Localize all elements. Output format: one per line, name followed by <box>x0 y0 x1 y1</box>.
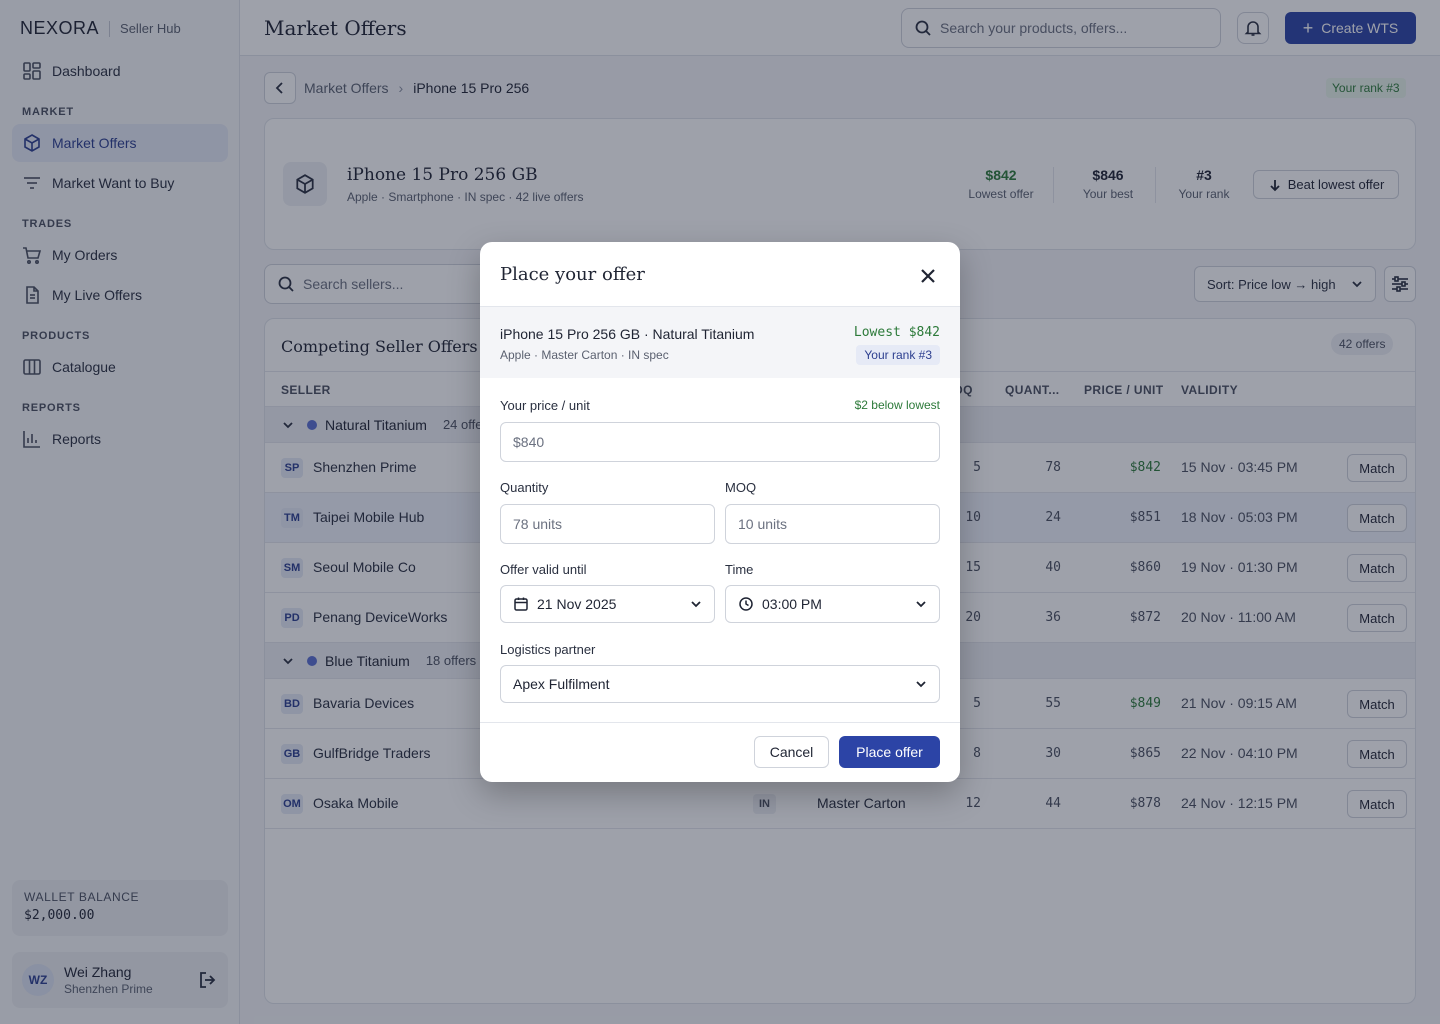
offer-product-sub: Apple · Master Carton · IN spec <box>500 348 669 362</box>
moq-label: MOQ <box>725 480 757 495</box>
place-offer-modal: Place your offer iPhone 15 Pro 256 GB · … <box>480 242 960 782</box>
time-label: Time <box>725 562 754 577</box>
date-value: 21 Nov 2025 <box>537 596 617 612</box>
price-input-value: $840 <box>513 434 545 450</box>
clock-icon <box>739 597 753 611</box>
moq-input-value: 10 units <box>738 516 788 532</box>
moq-input[interactable]: 10 units <box>725 504 940 544</box>
cancel-button[interactable]: Cancel <box>754 736 829 768</box>
price-input[interactable]: $840 <box>500 422 940 462</box>
logistics-select[interactable]: Apex Fulfilment <box>500 665 940 703</box>
quantity-input-value: 78 units <box>513 516 563 532</box>
offer-product-summary: iPhone 15 Pro 256 GB · Natural Titanium … <box>480 306 960 378</box>
date-picker[interactable]: 21 Nov 2025 <box>500 585 715 623</box>
close-icon <box>921 269 935 283</box>
chevron-down-icon <box>916 601 926 608</box>
logistics-label: Logistics partner <box>500 642 596 657</box>
price-hint: $2 below lowest <box>854 398 940 412</box>
time-picker[interactable]: 03:00 PM <box>725 585 940 623</box>
offer-product-name: iPhone 15 Pro 256 GB · Natural Titanium <box>500 326 755 342</box>
calendar-icon <box>514 597 528 611</box>
chevron-down-icon <box>916 681 926 688</box>
quantity-label: Quantity <box>500 480 549 495</box>
logistics-value: Apex Fulfilment <box>513 676 610 692</box>
quantity-input[interactable]: 78 units <box>500 504 715 544</box>
modal-title: Place your offer <box>500 264 645 285</box>
close-button[interactable] <box>916 264 940 288</box>
rank-badge: Your rank #3 <box>856 345 940 365</box>
chevron-down-icon <box>691 601 701 608</box>
modal-footer: Cancel Place offer <box>480 722 960 782</box>
time-value: 03:00 PM <box>762 596 822 612</box>
lowest-price-label: Lowest $842 <box>853 325 940 340</box>
valid-until-label: Offer valid until <box>500 562 587 577</box>
price-label: Your price / unit <box>500 398 590 413</box>
place-offer-button[interactable]: Place offer <box>839 736 940 768</box>
